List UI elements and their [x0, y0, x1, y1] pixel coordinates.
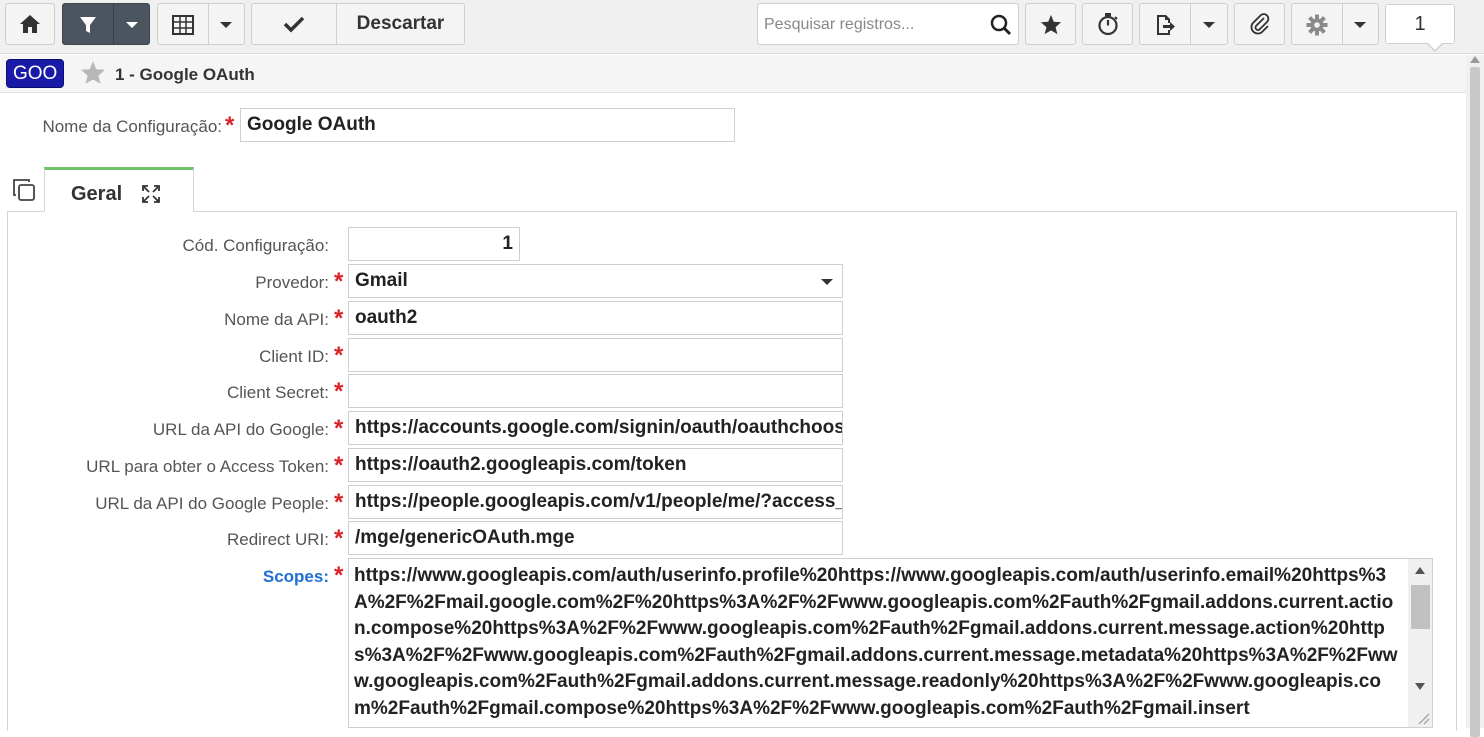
check-icon — [283, 16, 305, 33]
client-id-label: Client ID: — [259, 347, 329, 366]
required-icon: * — [334, 378, 344, 405]
settings-button[interactable] — [1291, 3, 1379, 45]
record-badge: GOO — [6, 59, 65, 88]
attachments-button[interactable] — [1234, 3, 1285, 45]
tab-geral[interactable]: Geral — [44, 167, 194, 212]
toolbar: Descartar 1 — [0, 0, 1484, 54]
client-secret-label: Client Secret: — [226, 383, 329, 402]
redirect-uri-field[interactable]: /mge/genericOAuth.mge — [348, 521, 843, 555]
resize-grip-icon[interactable] — [1416, 711, 1430, 725]
provider-value: Gmail — [355, 270, 408, 291]
required-icon: * — [334, 489, 344, 516]
required-icon: * — [225, 112, 235, 139]
record-title: 1 - Google OAuth — [115, 65, 255, 84]
gear-icon — [1306, 14, 1328, 36]
home-button[interactable] — [5, 3, 55, 45]
access-token-url-field[interactable]: https://oauth2.googleapis.com/token — [348, 448, 843, 482]
client-id-field[interactable] — [348, 338, 843, 372]
people-api-url-label: URL da API do Google People: — [95, 494, 329, 513]
timer-button[interactable] — [1082, 3, 1133, 45]
grid-view-button[interactable] — [157, 3, 245, 45]
record-counter: 1 — [1385, 4, 1455, 44]
scroll-up-icon[interactable] — [1415, 567, 1425, 574]
cod-config-field[interactable]: 1 — [348, 227, 520, 261]
config-name-field[interactable]: Google OAuth — [240, 108, 735, 142]
required-icon: * — [334, 562, 344, 589]
star-icon — [1040, 14, 1061, 34]
cod-config-label: Cód. Configuração: — [182, 236, 329, 255]
discard-button[interactable]: Descartar — [336, 3, 465, 45]
confirm-button[interactable] — [251, 3, 337, 45]
config-name-label: Nome da Configuração: — [42, 117, 222, 136]
export-icon — [1157, 15, 1175, 35]
export-dropdown-icon[interactable] — [1203, 22, 1215, 28]
people-api-url-field[interactable]: https://people.googleapis.com/v1/people/… — [348, 485, 843, 519]
settings-dropdown-icon[interactable] — [1354, 22, 1366, 28]
star-icon[interactable] — [80, 60, 106, 85]
search-icon[interactable] — [990, 14, 1012, 36]
scopes-label[interactable]: Scopes: — [263, 567, 329, 587]
client-secret-field[interactable] — [348, 374, 843, 408]
google-api-url-field[interactable]: https://accounts.google.com/signin/oauth… — [348, 411, 843, 445]
scopes-textarea[interactable]: https://www.googleapis.com/auth/userinfo… — [348, 558, 1433, 728]
access-token-url-label: URL para obter o Access Token: — [86, 457, 329, 476]
search-box — [757, 3, 1019, 45]
required-icon: * — [334, 525, 344, 552]
search-input[interactable] — [762, 12, 982, 38]
export-button[interactable] — [1139, 3, 1228, 45]
google-api-url-label: URL da API do Google: — [152, 420, 329, 439]
scopes-scrollbar[interactable] — [1408, 559, 1432, 727]
chevron-down-icon — [821, 279, 833, 285]
provider-label: Provedor: — [255, 273, 329, 292]
grid-view-icon — [172, 15, 194, 35]
expand-icon[interactable] — [141, 184, 161, 204]
page-scrollbar[interactable] — [1466, 55, 1484, 737]
home-icon — [20, 15, 40, 33]
favorite-button[interactable] — [1025, 3, 1076, 45]
paperclip-icon — [1250, 13, 1269, 35]
filter-dropdown-icon[interactable] — [126, 22, 138, 28]
scroll-down-icon[interactable] — [1415, 683, 1425, 690]
grid-view-dropdown-icon[interactable] — [220, 22, 232, 28]
timer-icon — [1097, 13, 1118, 36]
filter-icon — [80, 17, 96, 33]
record-header: GOO 1 - Google OAuth — [0, 55, 1466, 93]
filter-button[interactable] — [62, 3, 150, 45]
tab-geral-label: Geral — [71, 183, 123, 205]
redirect-uri-label: Redirect URI: — [226, 530, 329, 549]
required-icon: * — [334, 305, 344, 332]
duplicate-icon[interactable] — [12, 178, 36, 202]
required-icon: * — [334, 342, 344, 369]
scopes-value: https://www.googleapis.com/auth/userinfo… — [354, 565, 1398, 719]
api-name-field[interactable]: oauth2 — [348, 301, 843, 335]
api-name-label: Nome da API: — [224, 310, 329, 329]
scroll-thumb[interactable] — [1411, 585, 1430, 629]
provider-select[interactable]: Gmail — [348, 264, 843, 298]
discard-button-label: Descartar — [356, 13, 445, 34]
required-icon: * — [334, 415, 344, 442]
required-icon: * — [334, 268, 344, 295]
required-icon: * — [334, 452, 344, 479]
